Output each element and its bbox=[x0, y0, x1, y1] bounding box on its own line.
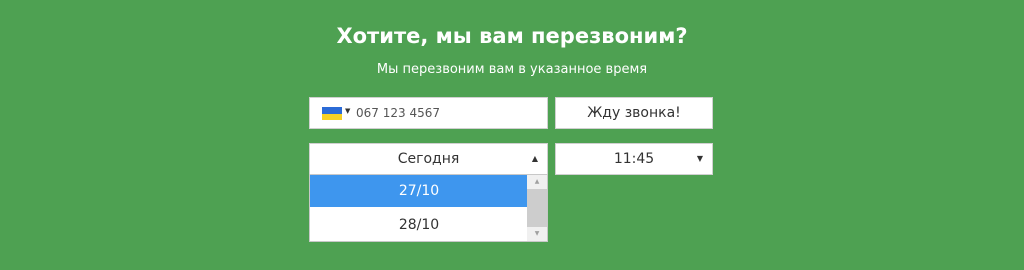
chevron-up-icon: ▲ bbox=[531, 154, 538, 163]
phone-input[interactable] bbox=[356, 98, 536, 128]
scroll-up-arrow-icon[interactable]: ▲ bbox=[527, 175, 547, 189]
time-select[interactable]: 11:45 ▼ bbox=[555, 143, 713, 175]
phone-field[interactable]: ▼ bbox=[309, 97, 548, 129]
day-select-value: Сегодня bbox=[397, 151, 460, 167]
day-option[interactable]: 28/10 bbox=[310, 209, 528, 241]
day-option[interactable]: 27/10 bbox=[310, 175, 528, 207]
form-subtitle: Мы перезвоним вам в указанное время bbox=[376, 62, 648, 77]
scroll-thumb[interactable] bbox=[527, 189, 547, 227]
day-select[interactable]: Сегодня ▲ bbox=[309, 143, 548, 175]
callback-submit-button[interactable]: Жду звонка! bbox=[555, 97, 713, 129]
chevron-down-icon: ▼ bbox=[696, 154, 703, 163]
time-select-value: 11:45 bbox=[613, 151, 655, 167]
form-title: Хотите, мы вам перезвоним? bbox=[336, 24, 688, 48]
country-chevron-down-icon[interactable]: ▼ bbox=[345, 107, 350, 115]
scroll-down-arrow-icon[interactable]: ▼ bbox=[527, 227, 547, 241]
day-dropdown-list: 27/10 28/10 ▲ ▼ bbox=[309, 174, 548, 242]
dropdown-scrollbar[interactable]: ▲ ▼ bbox=[527, 175, 547, 241]
ukraine-flag-icon[interactable] bbox=[322, 107, 342, 120]
